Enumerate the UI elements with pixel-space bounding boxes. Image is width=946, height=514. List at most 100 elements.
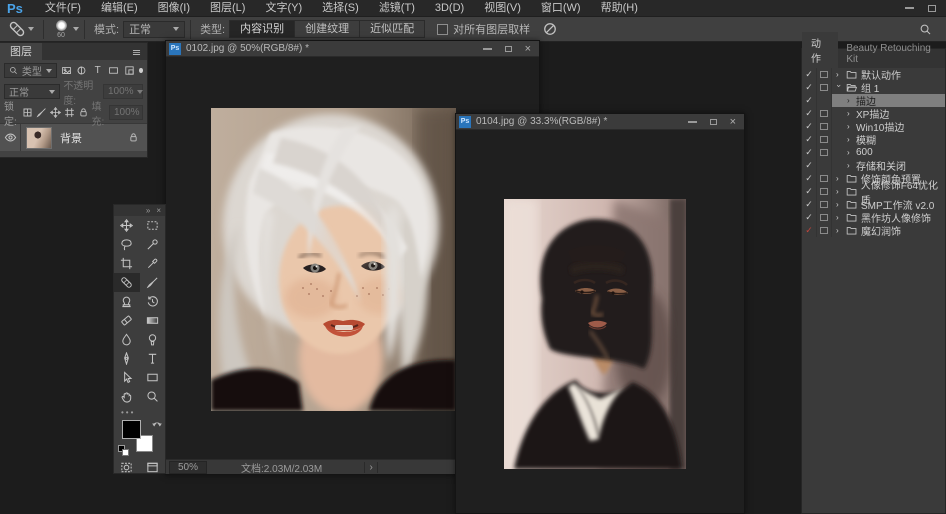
menu-view[interactable]: 视图(V) (474, 0, 531, 17)
zoom-level-field[interactable]: 50% (169, 461, 207, 474)
path-selection-tool[interactable] (114, 368, 140, 387)
crop-tool[interactable] (114, 254, 140, 273)
action-check-toggle[interactable]: ✓ (802, 198, 817, 211)
action-row[interactable]: ✓ › 模糊 (802, 133, 945, 146)
action-check-toggle[interactable]: ✓ (802, 81, 817, 94)
lasso-tool[interactable] (114, 235, 140, 254)
layer-visibility-toggle[interactable] (0, 124, 21, 151)
shape-filter-button[interactable] (107, 63, 120, 78)
search-button[interactable] (919, 23, 946, 36)
expand-arrow-icon[interactable]: › (836, 213, 842, 222)
action-check-toggle[interactable]: ✓ (802, 159, 817, 172)
expand-arrow-icon[interactable]: › (836, 226, 842, 235)
lock-all-button[interactable] (78, 107, 89, 118)
edit-toolbar-button[interactable]: ••• (114, 406, 165, 418)
default-colors-icon[interactable] (118, 445, 129, 456)
expand-arrow-icon[interactable]: › (847, 96, 853, 105)
action-check-toggle[interactable]: ✓ (802, 94, 817, 107)
dialog-toggle[interactable] (817, 185, 832, 198)
menu-type[interactable]: 文字(Y) (255, 0, 312, 17)
screen-mode-button[interactable] (146, 461, 159, 474)
foreground-color-swatch[interactable] (122, 420, 141, 439)
tab-actions[interactable]: 动作 (802, 32, 838, 68)
lock-artboard-button[interactable] (64, 107, 75, 118)
blend-mode-select[interactable]: 正常 (123, 21, 185, 38)
window-close-button[interactable]: × (525, 44, 531, 54)
action-check-toggle[interactable]: ✓ (802, 133, 817, 146)
expand-arrow-icon[interactable]: › (836, 174, 842, 183)
type-create-texture-button[interactable]: 创建纹理 (295, 21, 360, 37)
menu-filter[interactable]: 滤镜(T) (369, 0, 425, 17)
expand-arrow-icon[interactable]: › (836, 200, 842, 209)
lock-pixels-button[interactable] (36, 107, 47, 118)
action-check-toggle[interactable]: ✓ (802, 146, 817, 159)
action-check-toggle-red[interactable]: ✓ (802, 224, 817, 237)
pen-tool[interactable] (114, 349, 140, 368)
action-set-row[interactable]: ✓ › 魔幻润饰 (802, 224, 945, 237)
filter-toggle-icon[interactable] (139, 68, 143, 73)
dialog-toggle[interactable] (817, 211, 832, 224)
action-check-toggle[interactable]: ✓ (802, 120, 817, 133)
airbrush-icon[interactable] (542, 21, 558, 37)
rectangle-tool[interactable] (140, 368, 166, 387)
menu-edit[interactable]: 编辑(E) (91, 0, 148, 17)
window-close-button[interactable]: × (730, 117, 736, 127)
status-expand-button[interactable]: › (364, 462, 378, 473)
gradient-tool[interactable] (140, 311, 166, 330)
dodge-tool[interactable] (140, 330, 166, 349)
dialog-toggle[interactable] (817, 172, 832, 185)
tab-layers[interactable]: 图层 (0, 43, 42, 60)
type-content-aware-button[interactable]: 内容识别 (230, 21, 295, 37)
dialog-toggle[interactable] (817, 107, 832, 120)
rectangular-marquee-tool[interactable] (140, 216, 166, 235)
opacity-select[interactable]: 100% (103, 84, 143, 99)
chevron-down-icon[interactable] (73, 27, 79, 31)
action-check-toggle[interactable]: ✓ (802, 68, 817, 81)
expand-arrow-icon[interactable]: › (847, 161, 853, 170)
action-check-toggle[interactable]: ✓ (802, 107, 817, 120)
lock-transparency-button[interactable] (22, 107, 33, 118)
quick-mask-button[interactable] (120, 461, 133, 474)
move-tool[interactable] (114, 216, 140, 235)
menu-layer[interactable]: 图层(L) (200, 0, 255, 17)
dialog-toggle[interactable] (817, 68, 832, 81)
canvas-image-0104[interactable] (504, 199, 686, 469)
window-maximize-button[interactable] (710, 119, 717, 125)
type-proximity-match-button[interactable]: 近似匹配 (360, 21, 424, 37)
eraser-tool[interactable] (114, 311, 140, 330)
dialog-toggle[interactable] (817, 133, 832, 146)
hand-tool[interactable] (114, 387, 140, 406)
expand-arrow-icon[interactable]: › (847, 135, 853, 144)
expand-arrow-icon[interactable]: › (847, 148, 853, 157)
swap-colors-icon[interactable] (152, 419, 162, 429)
blur-tool[interactable] (114, 330, 140, 349)
document-title-bar[interactable]: Ps 0102.jpg @ 50%(RGB/8#) * × (166, 41, 539, 57)
menu-select[interactable]: 选择(S) (312, 0, 369, 17)
expand-arrow-icon[interactable]: › (836, 187, 842, 196)
window-minimize-button[interactable] (688, 121, 697, 123)
menu-file[interactable]: 文件(F) (35, 0, 91, 17)
tool-palette-header[interactable]: » × (114, 205, 165, 216)
lock-position-button[interactable] (50, 107, 61, 118)
dialog-toggle[interactable] (817, 146, 832, 159)
expand-arrow-icon[interactable]: › (836, 70, 842, 79)
menu-help[interactable]: 帮助(H) (591, 0, 648, 17)
app-minimize-button[interactable] (905, 7, 914, 9)
zoom-tool[interactable] (140, 387, 166, 406)
canvas-image-0102[interactable] (211, 108, 456, 411)
menu-window[interactable]: 窗口(W) (531, 0, 591, 17)
quick-selection-tool[interactable] (140, 235, 166, 254)
close-panel-icon[interactable]: × (156, 206, 161, 215)
menu-3d[interactable]: 3D(D) (425, 0, 474, 17)
dialog-toggle[interactable] (817, 159, 832, 172)
eyedropper-tool[interactable] (140, 254, 166, 273)
dialog-toggle[interactable] (817, 224, 832, 237)
sample-all-layers-checkbox[interactable] (437, 24, 448, 35)
fill-select[interactable]: 100% (109, 105, 143, 120)
expand-arrow-icon[interactable]: › (847, 109, 853, 118)
tool-preset-picker[interactable] (0, 20, 38, 38)
clone-stamp-tool[interactable] (114, 292, 140, 311)
brush-tool[interactable] (140, 273, 166, 292)
panel-menu-button[interactable] (126, 45, 147, 60)
menu-image[interactable]: 图像(I) (148, 0, 200, 17)
